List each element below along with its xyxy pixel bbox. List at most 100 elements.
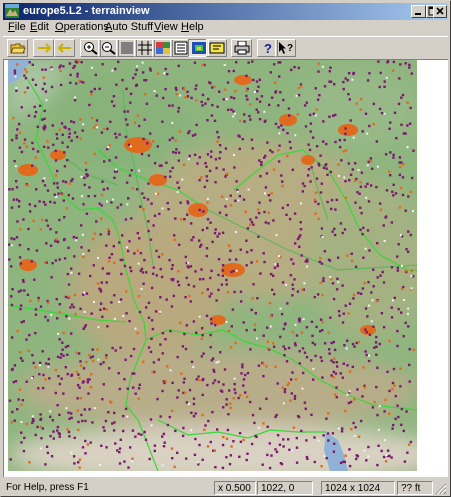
settlement-marker [295,334,299,337]
settlement-marker [63,257,67,260]
arrow-left-button[interactable] [54,39,75,57]
menu-edit[interactable]: Edit [30,21,49,33]
settlement-marker [15,137,18,140]
settlement-marker [317,162,320,165]
settlement-marker [165,298,168,301]
settlement-marker [101,180,104,183]
settlement-marker [108,159,111,162]
settlement-marker [114,67,117,71]
settlement-marker [87,392,90,395]
open-button[interactable] [7,39,28,57]
settlement-marker [42,373,45,377]
settlement-marker [118,447,122,450]
settlement-marker [126,203,129,206]
settlement-marker [102,361,105,364]
settlement-marker [155,94,158,97]
settlement-marker [59,64,62,67]
settlement-marker [251,297,254,300]
settlement-marker [184,96,187,99]
settlement-marker [204,102,207,105]
settlement-marker [390,316,394,319]
terrain-map-canvas[interactable] [8,60,417,471]
settlement-marker [291,294,294,297]
settlement-marker [112,245,115,248]
settlement-marker [310,166,313,169]
settlement-marker [268,466,272,470]
context-help-button[interactable]: ? [275,39,296,57]
settlement-marker [400,287,404,291]
settlement-marker [75,351,78,354]
settlement-marker [263,210,266,214]
settlement-marker [253,91,256,93]
settlement-marker [249,348,252,351]
settlement-marker [34,366,37,369]
settlement-marker [187,402,190,405]
settlement-marker [229,454,232,457]
settlement-marker [164,175,167,179]
settlement-marker [20,421,23,423]
settlement-marker [369,184,373,187]
settlement-marker [137,387,141,390]
minimize-button[interactable] [411,5,426,18]
settlement-marker [34,331,37,335]
settlement-marker [275,450,279,454]
settlement-marker [127,197,130,200]
menu-file[interactable]: File [8,21,26,33]
close-button[interactable] [433,5,447,18]
settlement-marker [159,296,162,299]
settlement-marker [201,104,204,107]
settlement-marker [216,235,219,238]
settlement-marker [136,331,139,335]
menu-operations[interactable]: Operations [55,21,109,33]
settlement-marker [13,419,16,422]
settlement-marker [396,255,399,258]
settlement-marker [87,249,91,252]
settlement-marker [82,203,85,206]
settlement-marker [406,250,410,253]
settlement-marker [205,179,209,182]
settlement-marker [92,264,95,267]
settlement-marker [44,203,47,206]
settlement-marker [409,190,413,194]
settlement-marker [96,348,99,351]
settlement-marker [161,331,165,335]
settlement-marker [41,386,45,390]
menu-view[interactable]: View [154,21,178,33]
settlement-marker [182,381,185,384]
settlement-marker [137,432,140,436]
settlement-marker [289,399,292,402]
settlement-marker [274,415,277,419]
settlement-marker [399,234,402,237]
settlement-marker [107,146,110,149]
settlement-marker [361,287,365,290]
settlement-marker [329,80,333,83]
settlement-marker [88,103,91,107]
menu-help[interactable]: Help [181,21,204,33]
settlement-marker [377,428,380,431]
terrain-map[interactable] [8,60,417,471]
settlement-marker [111,69,114,72]
settlement-marker [187,158,190,161]
settlement-marker [72,121,76,124]
title-bar[interactable]: europe5.L2 - terrainview [3,3,448,20]
settlement-marker [206,383,209,387]
settlement-marker [281,281,285,284]
settlement-marker [321,236,324,238]
settlement-marker [112,95,116,98]
print-button[interactable] [231,39,252,57]
label-button[interactable] [206,39,227,57]
settlement-marker [195,99,198,102]
menu-auto-stuff[interactable]: Auto Stuff [105,21,153,33]
settlement-marker [171,264,174,267]
zoom-out-icon [102,42,116,55]
settlement-marker [408,347,411,351]
settlement-marker [174,86,177,90]
settlement-marker [269,325,272,328]
settlement-marker [67,283,71,286]
settlement-marker [206,153,210,156]
help-icon: ? [264,41,272,55]
size-grip-icon[interactable] [435,483,447,495]
settlement-marker [171,136,174,140]
arrow-right-button[interactable] [33,39,54,57]
settlement-marker [223,368,227,371]
